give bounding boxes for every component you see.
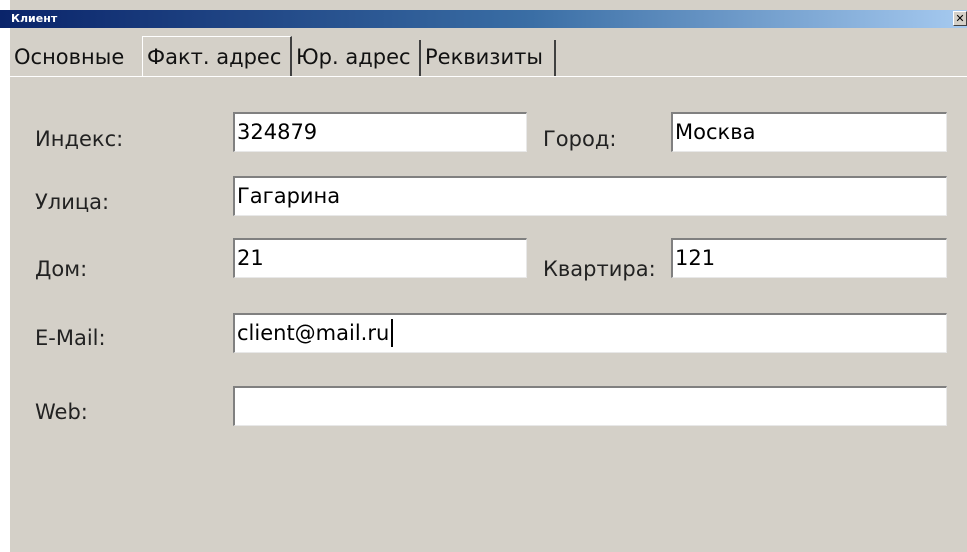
close-icon[interactable]: ✕ [953, 11, 967, 26]
house-label: Дом: [35, 257, 88, 281]
city-value: Москва [675, 120, 756, 144]
street-value: Гагарина [237, 184, 341, 208]
apartment-label: Квартира: [543, 257, 656, 281]
street-field[interactable]: Гагарина [233, 176, 947, 216]
tab-main[interactable]: Основные [10, 40, 142, 76]
title-bar[interactable]: Клиент ✕ [0, 10, 967, 28]
street-label: Улица: [35, 190, 110, 214]
web-label: Web: [35, 400, 88, 424]
tab-requisites[interactable]: Реквизиты [421, 40, 556, 76]
text-cursor [391, 319, 394, 347]
tab-legal-address[interactable]: Юр. адрес [292, 40, 421, 76]
window-title: Клиент [11, 12, 58, 25]
apartment-field[interactable]: 121 [671, 238, 947, 278]
web-field[interactable] [233, 386, 947, 426]
window-left-edge [0, 0, 10, 552]
house-field[interactable]: 21 [233, 238, 527, 278]
client-dialog: Клиент ✕ Основные Факт. адрес Юр. адрес … [0, 0, 967, 552]
index-label: Индекс: [35, 127, 124, 151]
email-label: E-Mail: [35, 326, 106, 350]
city-field[interactable]: Москва [671, 112, 947, 152]
email-value: client@mail.ru [237, 321, 390, 345]
index-value: 324879 [237, 120, 318, 144]
city-label: Город: [543, 127, 617, 151]
house-value: 21 [237, 246, 264, 270]
index-field[interactable]: 324879 [233, 112, 527, 152]
email-field[interactable]: client@mail.ru [233, 313, 947, 353]
apartment-value: 121 [675, 246, 716, 270]
tab-actual-address[interactable]: Факт. адрес [142, 36, 292, 76]
